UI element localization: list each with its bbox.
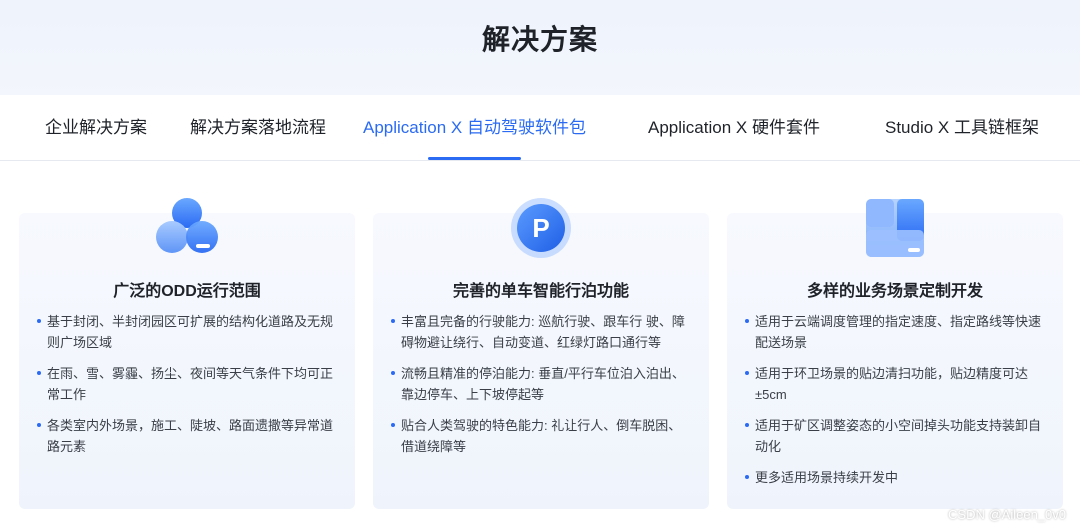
tab-solution-process[interactable]: 解决方案落地流程 bbox=[190, 95, 326, 161]
list-item: 各类室内外场景，施工、陡坡、路面遗撒等异常道路元素 bbox=[37, 415, 337, 457]
list-item: 适用于云端调度管理的指定速度、指定路线等快速配送场景 bbox=[745, 311, 1045, 353]
feature-card-odd: 广泛的ODD运行范围 基于封闭、半封闭园区可扩展的结构化道路及无规则广场区域 在… bbox=[19, 198, 355, 509]
svg-text:P: P bbox=[532, 213, 549, 243]
solution-tabs: 企业解决方案 解决方案落地流程 Application X 自动驾驶软件包 Ap… bbox=[0, 95, 1080, 161]
feature-card-driving-parking: P 完善的单车智能行泊功能 丰富且完备的行驶能力: 巡航行驶、跟车行 驶、障碍物… bbox=[373, 198, 709, 509]
tab-enterprise-solution[interactable]: 企业解决方案 bbox=[45, 95, 147, 161]
active-tab-indicator bbox=[428, 157, 521, 160]
card-feature-list: 基于封闭、半封闭园区可扩展的结构化道路及无规则广场区域 在雨、雪、雾霾、扬尘、夜… bbox=[37, 311, 337, 467]
list-item: 更多适用场景持续开发中 bbox=[745, 467, 1045, 488]
list-item: 基于封闭、半封闭园区可扩展的结构化道路及无规则广场区域 bbox=[37, 311, 337, 353]
hexagon-cluster-icon bbox=[156, 198, 218, 253]
list-item: 在雨、雪、雾霾、扬尘、夜间等天气条件下均可正常工作 bbox=[37, 363, 337, 405]
list-item: 流畅且精准的停泊能力: 垂直/平行车位泊入泊出、靠边停车、上下坡停起等 bbox=[391, 363, 691, 405]
list-item: 适用于矿区调整姿态的小空间掉头功能支持装卸自动化 bbox=[745, 415, 1045, 457]
watermark: CSDN @Aileen_0v0 bbox=[948, 507, 1066, 522]
list-item: 贴合人类驾驶的特色能力: 礼让行人、倒车脱困、借道绕障等 bbox=[391, 415, 691, 457]
parking-p-icon: P bbox=[511, 198, 571, 258]
feature-card-business-scenarios: 多样的业务场景定制开发 适用于云端调度管理的指定速度、指定路线等快速配送场景 适… bbox=[727, 199, 1063, 509]
tab-application-x-software[interactable]: Application X 自动驾驶软件包 bbox=[363, 95, 586, 161]
card-title: 完善的单车智能行泊功能 bbox=[452, 283, 629, 300]
list-item: 适用于环卫场景的贴边清扫功能，贴边精度可达±5cm bbox=[745, 363, 1045, 405]
list-item: 丰富且完备的行驶能力: 巡航行驶、跟车行 驶、障碍物避让绕行、自动变道、红绿灯路… bbox=[391, 311, 691, 353]
tab-application-x-hardware[interactable]: Application X 硬件套件 bbox=[648, 95, 820, 161]
card-title: 多样的业务场景定制开发 bbox=[806, 283, 983, 300]
card-feature-list: 适用于云端调度管理的指定速度、指定路线等快速配送场景 适用于环卫场景的贴边清扫功… bbox=[745, 311, 1045, 498]
tab-studio-x-toolchain[interactable]: Studio X 工具链框架 bbox=[885, 95, 1039, 161]
page-title: 解决方案 bbox=[481, 23, 598, 55]
grid-blocks-icon bbox=[866, 199, 924, 257]
card-title: 广泛的ODD运行范围 bbox=[113, 283, 261, 300]
card-feature-list: 丰富且完备的行驶能力: 巡航行驶、跟车行 驶、障碍物避让绕行、自动变道、红绿灯路… bbox=[391, 311, 691, 467]
hero-banner: 解决方案 bbox=[0, 0, 1080, 95]
